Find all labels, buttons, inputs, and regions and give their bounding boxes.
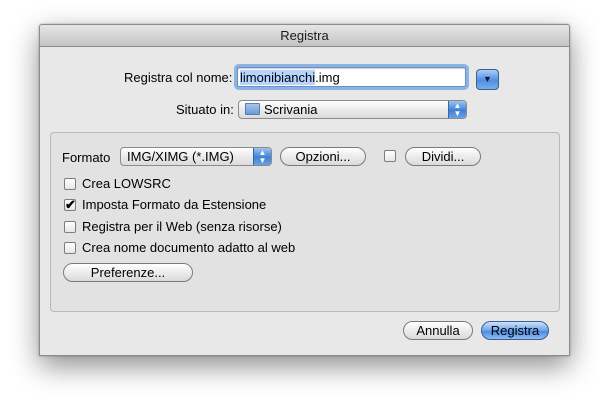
format-value: IMG/XIMG (*.IMG)	[127, 149, 234, 164]
checkmark-icon: ✔	[65, 197, 76, 212]
preferences-button[interactable]: Preferenze...	[63, 263, 193, 282]
folder-icon	[245, 103, 260, 115]
filename-extension: .img	[315, 70, 340, 85]
location-popup[interactable]: Scrivania ▲ ▼	[238, 100, 467, 119]
split-checkbox[interactable]	[384, 150, 396, 162]
format-label: Formato	[62, 150, 111, 165]
dialog-title: Registra	[40, 25, 569, 47]
expand-browser-button[interactable]: ▼	[476, 69, 499, 90]
options-button[interactable]: Opzioni...	[280, 147, 366, 166]
web-save-checkbox[interactable]	[64, 221, 76, 233]
save-as-label: Registra col nome:	[124, 70, 233, 85]
format-popup[interactable]: IMG/XIMG (*.IMG) ▲ ▼	[120, 147, 272, 166]
save-dialog: Registra Registra col nome: limonibianch…	[39, 24, 570, 356]
lowsrc-checkbox[interactable]	[64, 178, 76, 190]
extension-format-checkbox[interactable]: ✔	[64, 197, 76, 212]
web-save-label: Registra per il Web (senza risorse)	[82, 219, 282, 234]
filename-field[interactable]: limonibianchi.img	[237, 67, 466, 87]
filename-selected-text: limonibianchi	[240, 70, 316, 85]
popup-arrows-icon: ▲ ▼	[253, 148, 271, 165]
extension-format-label: Imposta Formato da Estensione	[82, 197, 267, 212]
split-button[interactable]: Dividi...	[405, 147, 481, 166]
location-value: Scrivania	[264, 102, 318, 117]
web-name-label: Crea nome documento adatto al web	[82, 240, 296, 255]
location-label: Situato in:	[176, 102, 234, 117]
save-button[interactable]: Registra	[481, 321, 549, 340]
chevron-down-icon: ▼	[483, 74, 492, 84]
web-name-checkbox[interactable]	[64, 242, 76, 254]
cancel-button[interactable]: Annulla	[403, 321, 473, 340]
popup-arrows-icon: ▲ ▼	[448, 101, 466, 118]
lowsrc-label: Crea LOWSRC	[82, 176, 171, 191]
